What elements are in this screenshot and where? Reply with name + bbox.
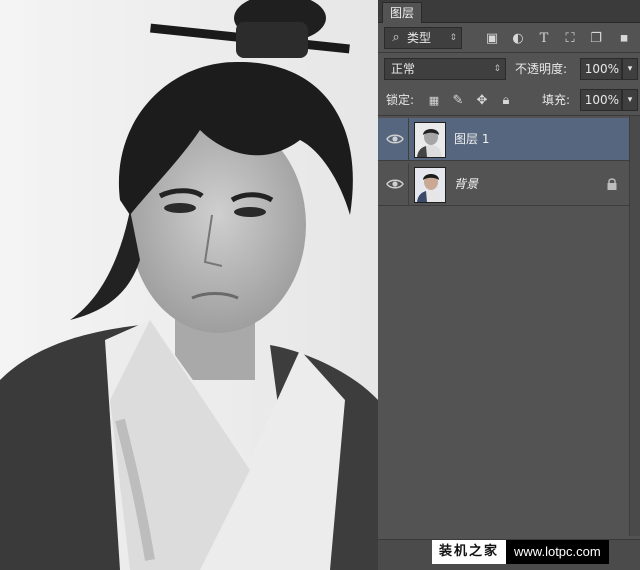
type-filter-icon[interactable]: T [536, 31, 552, 47]
layer-thumbnail [414, 122, 446, 158]
layer-thumbnail [414, 167, 446, 203]
lock-brush-icon[interactable]: ✎ [450, 93, 466, 109]
watermark: 装机之家 www.lotpc.com [432, 540, 609, 564]
divider [408, 163, 409, 205]
lock-label: 锁定: [386, 93, 415, 107]
fill-dropdown-button[interactable]: ▾ [622, 89, 638, 111]
photo-canvas [0, 0, 378, 570]
layers-panel: 图层 ⌕ 类型 ⇕ ▣ ◐ T ⛶ ❐ ◼ 正常 ⇕ 不透明度: 100% ▾ … [378, 0, 640, 570]
divider [378, 115, 640, 116]
watermark-text-right: www.lotpc.com [506, 540, 609, 564]
filter-row: ⌕ 类型 ⇕ ▣ ◐ T ⛶ ❐ ◼ [378, 25, 640, 51]
fill-label: 填充: [542, 93, 571, 107]
divider [408, 118, 409, 160]
fill-input[interactable]: 100% [580, 89, 622, 111]
opacity-dropdown-button[interactable]: ▾ [622, 58, 638, 80]
blend-mode-select[interactable]: 正常 ⇕ [384, 58, 506, 80]
filter-toggle-icon[interactable]: ◼ [616, 31, 632, 47]
spinner-arrows-icon: ⇕ [449, 33, 457, 43]
divider [378, 52, 640, 53]
layer-row-background[interactable]: 背景 [378, 163, 630, 206]
layer-name[interactable]: 背景 [454, 175, 478, 192]
eye-icon[interactable] [386, 175, 404, 193]
smart-object-filter-icon[interactable]: ❐ [588, 31, 604, 47]
lock-icon [607, 178, 617, 190]
search-icon: ⌕ [392, 30, 400, 45]
portrait-photo [0, 0, 378, 570]
layer-row-layer-1[interactable]: 图层 1 [378, 118, 630, 161]
lock-row: 锁定: ▦ ✎ ✥ 🔒︎ 填充: 100% ▾ [378, 88, 640, 114]
filter-type-select[interactable]: ⌕ 类型 ⇕ [384, 27, 462, 49]
lock-move-icon[interactable]: ✥ [474, 93, 490, 109]
layers-scrollbar[interactable] [629, 116, 640, 536]
opacity-input[interactable]: 100% [580, 58, 622, 80]
opacity-value: 100% [584, 62, 619, 76]
lock-pixels-icon[interactable]: ▦ [426, 93, 442, 109]
filter-type-label: 类型 [407, 31, 432, 45]
adjustment-filter-icon[interactable]: ◐ [510, 31, 526, 47]
opacity-label: 不透明度: [515, 62, 568, 76]
shape-filter-icon[interactable]: ⛶ [562, 31, 578, 47]
tab-layers[interactable]: 图层 [382, 2, 423, 23]
panel-tab-bar: 图层 [378, 0, 640, 23]
lock-all-icon[interactable]: 🔒︎ [498, 93, 514, 109]
watermark-text-left: 装机之家 [432, 540, 507, 564]
layer-name[interactable]: 图层 1 [454, 130, 489, 147]
blend-mode-value: 正常 [391, 62, 416, 76]
blend-row: 正常 ⇕ 不透明度: 100% ▾ [378, 56, 640, 82]
eye-icon[interactable] [386, 130, 404, 148]
image-filter-icon[interactable]: ▣ [484, 31, 500, 47]
fill-value: 100% [584, 93, 619, 107]
spinner-arrows-icon: ⇕ [493, 64, 501, 74]
